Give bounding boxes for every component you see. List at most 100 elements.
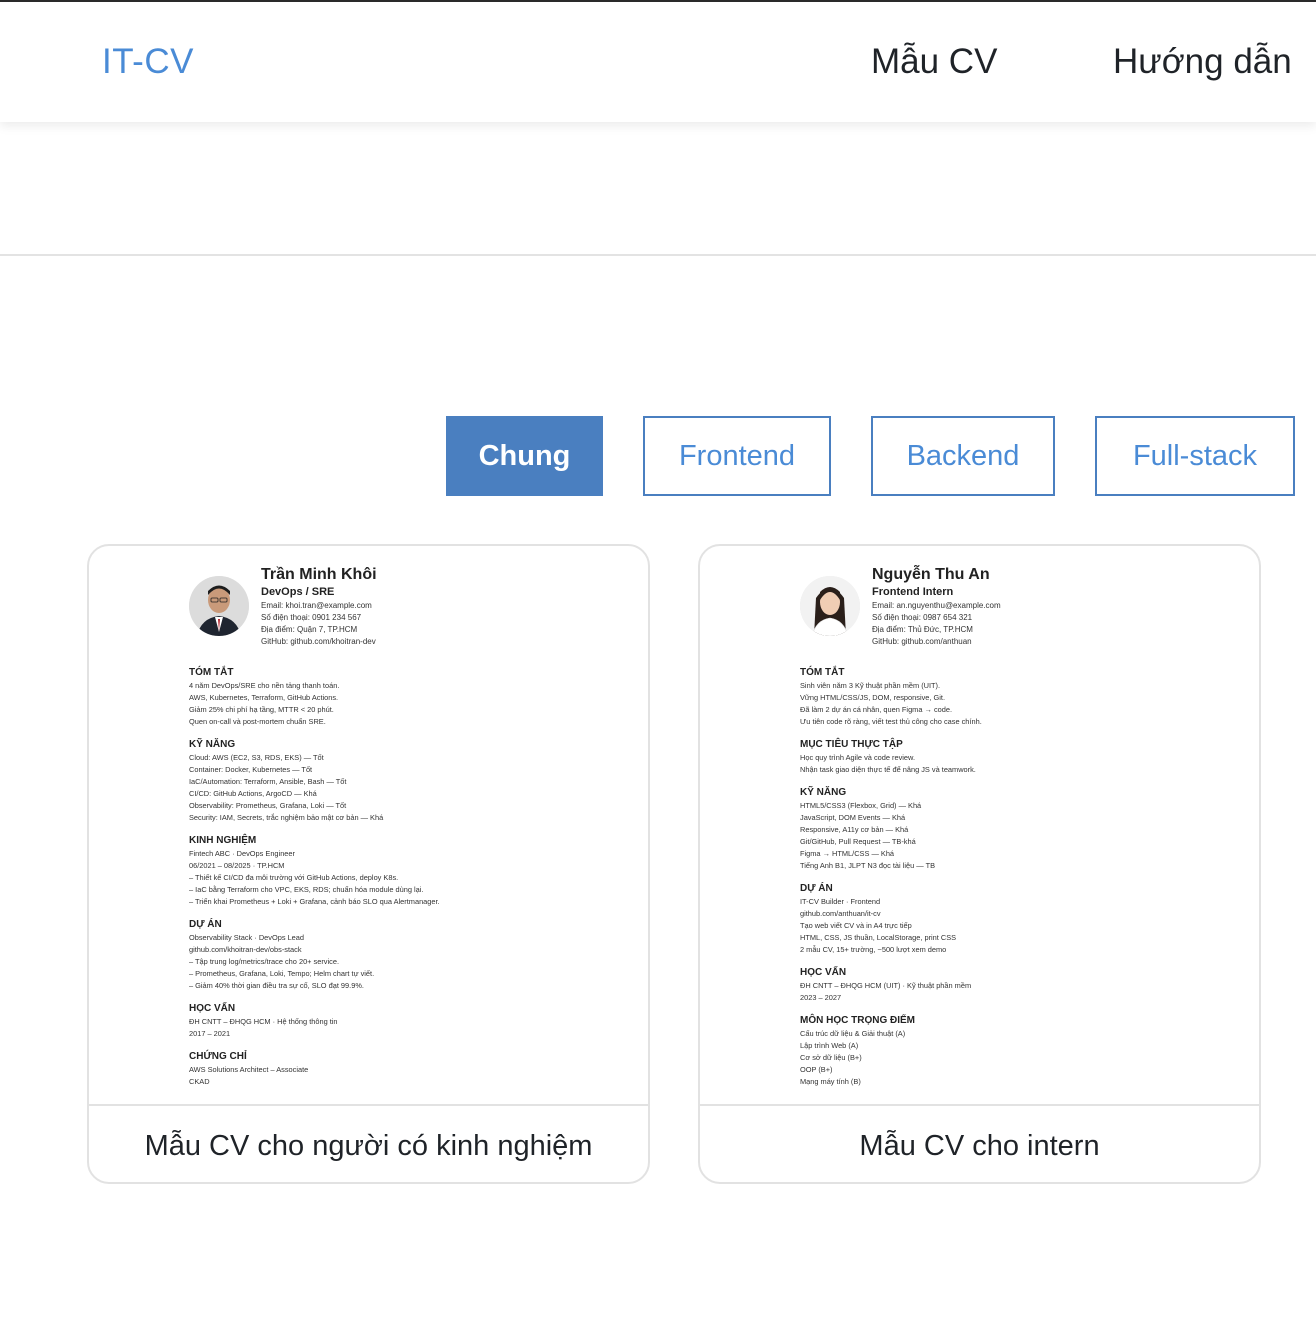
- cv-section-line: Học quy trình Agile và code review.: [800, 753, 916, 762]
- cv-template-card-intern[interactable]: Nguyễn Thu An Frontend Intern Email: an.…: [698, 544, 1261, 1184]
- card-caption: Mẫu CV cho intern: [859, 1129, 1100, 1162]
- tab-fullstack[interactable]: Full-stack: [1095, 416, 1295, 496]
- cv-section-line: github.com/anthuan/it-cv: [800, 909, 881, 918]
- cv-header: Trần Minh Khôi DevOps / SRE Email: khoi.…: [189, 566, 609, 656]
- cv-section-line: – Triển khai Prometheus + Loki + Grafana…: [189, 897, 440, 906]
- cv-section: KINH NGHIỆM Fintech ABC · DevOps Engineer…: [189, 834, 609, 908]
- brand-logo-link[interactable]: IT-CV: [102, 42, 194, 82]
- cv-section-line: – Giảm 40% thời gian điều tra sự cố, SLO…: [189, 981, 364, 990]
- cv-role: Frontend Intern: [872, 586, 954, 598]
- avatar-woman-icon: [800, 576, 860, 636]
- cv-contact-line: GitHub: github.com/khoitran-dev: [261, 637, 376, 646]
- cv-section-title: KỸ NĂNG: [800, 787, 847, 798]
- cv-section-title: DỰ ÁN: [800, 883, 833, 894]
- cv-section-title: MÔN HỌC TRỌNG ĐIỂM: [800, 1015, 915, 1026]
- cv-section: DỰ ÁN Observability Stack · DevOps Lead gi…: [189, 918, 609, 992]
- cv-section-line: Security: IAM, Secrets, trắc nghiệm bảo …: [189, 813, 384, 822]
- cv-section-line: Cơ sở dữ liệu (B+): [800, 1053, 862, 1062]
- cv-section-line: Vững HTML/CSS/JS, DOM, responsive, Git.: [800, 693, 945, 702]
- cv-document: Trần Minh Khôi DevOps / SRE Email: khoi.…: [189, 566, 609, 1088]
- cv-section-line: Nhận task giao diện thực tế để nâng JS v…: [800, 765, 976, 774]
- cv-sections: TÓM TẮT Sinh viên năm 3 Kỹ thuật phần mềm…: [800, 666, 1220, 1088]
- cv-section-line: HTML, CSS, JS thuần, LocalStorage, print…: [800, 933, 957, 942]
- cv-section-line: OOP (B+): [800, 1065, 833, 1074]
- tab-backend[interactable]: Backend: [871, 416, 1055, 496]
- cv-section: KỸ NĂNG HTML5/CSS3 (Flexbox, Grid) — Khá J…: [800, 786, 1220, 872]
- cv-section-line: Responsive, A11y cơ bản — Khá: [800, 825, 909, 834]
- cv-name: Nguyễn Thu An: [872, 566, 990, 583]
- cv-section-line: 2023 – 2027: [800, 993, 842, 1002]
- nav-guide[interactable]: Hướng dẫn: [1113, 42, 1292, 82]
- cv-section-line: – Prometheus, Grafana, Loki, Tempo; Helm…: [189, 969, 375, 978]
- cv-section-line: 06/2021 – 08/2025 · TP.HCM: [189, 861, 285, 870]
- cv-contact-line: Email: khoi.tran@example.com: [261, 601, 372, 610]
- cv-section: MỤC TIÊU THỰC TẬP Học quy trình Agile và …: [800, 738, 1220, 776]
- avatar: [189, 576, 249, 636]
- tab-general[interactable]: Chung: [446, 416, 603, 496]
- cv-section-line: IaC/Automation: Terraform, Ansible, Bash…: [189, 777, 347, 786]
- cv-info: Trần Minh Khôi DevOps / SRE Email: khoi.…: [261, 566, 377, 648]
- cv-section: HỌC VẤN ĐH CNTT – ĐHQG HCM · Hệ thống thô…: [189, 1002, 609, 1040]
- cv-contact-line: Địa điểm: Thủ Đức, TP.HCM: [872, 625, 973, 634]
- cv-contact-line: Email: an.nguyenthu@example.com: [872, 601, 1001, 610]
- cv-contact-line: Số điện thoại: 0901 234 567: [261, 613, 362, 622]
- cv-section: TÓM TẮT 4 năm DevOps/SRE cho nền tảng tha…: [189, 666, 609, 728]
- cv-section-line: CI/CD: GitHub Actions, ArgoCD — Khá: [189, 789, 317, 798]
- cv-section-line: Observability Stack · DevOps Lead: [189, 933, 305, 942]
- cv-section-line: IT-CV Builder · Frontend: [800, 897, 881, 906]
- cv-section-line: AWS Solutions Architect – Associate: [189, 1065, 309, 1074]
- cv-section-line: Container: Docker, Kubernetes — Tốt: [189, 765, 313, 774]
- cv-section-line: – Tập trung log/metrics/trace cho 20+ se…: [189, 957, 340, 966]
- cv-section-line: Cloud: AWS (EC2, S3, RDS, EKS) — Tốt: [189, 753, 324, 762]
- cv-preview: Trần Minh Khôi DevOps / SRE Email: khoi.…: [89, 546, 648, 1106]
- cv-section-title: DỰ ÁN: [189, 919, 222, 930]
- cv-section-line: Ưu tiên code rõ ràng, viết test thủ công…: [800, 717, 982, 726]
- cv-document: Nguyễn Thu An Frontend Intern Email: an.…: [800, 566, 1220, 1088]
- nav-templates[interactable]: Mẫu CV: [871, 42, 997, 82]
- cv-template-card-experienced[interactable]: Trần Minh Khôi DevOps / SRE Email: khoi.…: [87, 544, 650, 1184]
- cv-section-line: Quen on-call và post-mortem chuẩn SRE.: [189, 717, 326, 726]
- cv-contact-line: Số điện thoại: 0987 654 321: [872, 613, 973, 622]
- cv-section-line: 2 mẫu CV, 15+ trường, ~500 lượt xem demo: [800, 945, 947, 954]
- top-header: IT-CV Mẫu CV Hướng dẫn: [0, 0, 1316, 122]
- cv-section-line: Observability: Prometheus, Grafana, Loki…: [189, 801, 347, 810]
- cv-section-line: ĐH CNTT – ĐHQG HCM · Hệ thống thông tin: [189, 1017, 338, 1026]
- cv-section-line: Sinh viên năm 3 Kỹ thuật phần mềm (UIT).: [800, 681, 941, 690]
- cv-section-line: 4 năm DevOps/SRE cho nền tảng thanh toán…: [189, 681, 340, 690]
- cv-section-line: AWS, Kubernetes, Terraform, GitHub Actio…: [189, 693, 339, 702]
- cv-section-line: JavaScript, DOM Events — Khá: [800, 813, 906, 822]
- tab-frontend[interactable]: Frontend: [643, 416, 831, 496]
- cv-sections: TÓM TẮT 4 năm DevOps/SRE cho nền tảng tha…: [189, 666, 609, 1088]
- cv-section-line: HTML5/CSS3 (Flexbox, Grid) — Khá: [800, 801, 922, 810]
- cv-info: Nguyễn Thu An Frontend Intern Email: an.…: [872, 566, 1001, 648]
- cv-section-title: TÓM TẮT: [189, 667, 234, 678]
- cv-section: CHỨNG CHỈ AWS Solutions Architect – Assoc…: [189, 1050, 609, 1088]
- cv-section-line: Figma → HTML/CSS — Khá: [800, 849, 895, 858]
- section-divider: [0, 254, 1316, 256]
- cv-section-line: Fintech ABC · DevOps Engineer: [189, 849, 295, 858]
- cv-section-line: 2017 – 2021: [189, 1029, 231, 1038]
- cv-section: HỌC VẤN ĐH CNTT – ĐHQG HCM (UIT) · Kỹ thu…: [800, 966, 1220, 1004]
- cv-section-line: – IaC bằng Terraform cho VPC, EKS, RDS; …: [189, 885, 424, 894]
- cv-section-line: CKAD: [189, 1077, 210, 1086]
- cv-section: DỰ ÁN IT-CV Builder · Frontend github.com/…: [800, 882, 1220, 956]
- cv-section-line: Mạng máy tính (B): [800, 1077, 861, 1086]
- cv-contact-line: GitHub: github.com/anthuan: [872, 637, 972, 646]
- cv-section: TÓM TẮT Sinh viên năm 3 Kỹ thuật phần mềm…: [800, 666, 1220, 728]
- cv-section-line: Tiếng Anh B1, JLPT N3 đọc tài liệu — TB: [800, 861, 936, 870]
- cv-preview: Nguyễn Thu An Frontend Intern Email: an.…: [700, 546, 1259, 1106]
- cv-name: Trần Minh Khôi: [261, 566, 377, 583]
- cv-header: Nguyễn Thu An Frontend Intern Email: an.…: [800, 566, 1220, 656]
- cv-section-line: Git/GitHub, Pull Request — TB-khá: [800, 837, 916, 846]
- cv-role: DevOps / SRE: [261, 586, 335, 598]
- cv-section-title: KINH NGHIỆM: [189, 835, 257, 846]
- cv-section-line: Lập trình Web (A): [800, 1041, 859, 1050]
- cv-contact-line: Địa điểm: Quận 7, TP.HCM: [261, 625, 358, 634]
- card-caption: Mẫu CV cho người có kinh nghiệm: [144, 1129, 593, 1162]
- cv-section-line: github.com/khoitran-dev/obs-stack: [189, 945, 302, 954]
- cv-section: KỸ NĂNG Cloud: AWS (EC2, S3, RDS, EKS) — …: [189, 738, 609, 824]
- cv-section-title: TÓM TẮT: [800, 667, 845, 678]
- cv-section-line: ĐH CNTT – ĐHQG HCM (UIT) · Kỹ thuật phần…: [800, 981, 972, 990]
- cv-section-title: MỤC TIÊU THỰC TẬP: [800, 739, 903, 750]
- cv-section-line: Cấu trúc dữ liệu & Giải thuật (A): [800, 1029, 906, 1038]
